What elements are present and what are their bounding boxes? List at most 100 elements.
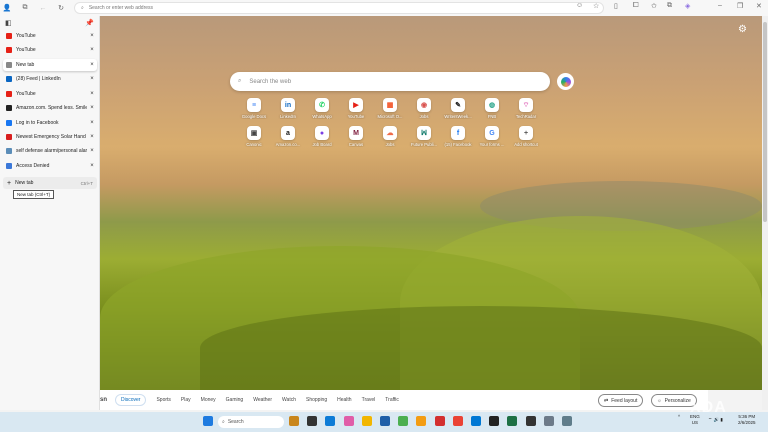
close-tab-icon[interactable]: × bbox=[87, 120, 97, 126]
tab-item[interactable]: Log in to Facebook × bbox=[3, 117, 97, 129]
split-screen-icon[interactable]: ▯ bbox=[614, 2, 618, 10]
extensions-icon[interactable]: ⧠ bbox=[633, 2, 639, 10]
taskbar-app-icon[interactable] bbox=[471, 416, 481, 426]
shortcut-tile[interactable]: ◍ FNB bbox=[475, 98, 509, 119]
msn-tab-money[interactable]: Money bbox=[201, 397, 216, 403]
msn-tab-traffic[interactable]: Traffic bbox=[385, 397, 399, 403]
shortcut-tile[interactable]: ▣ Canonic bbox=[237, 126, 271, 147]
shortcut-tile[interactable]: ≡ Google Docs bbox=[237, 98, 271, 119]
close-tab-icon[interactable]: × bbox=[87, 76, 97, 82]
tab-item[interactable]: YouTube × bbox=[3, 30, 97, 42]
tab-item[interactable]: New tab × bbox=[3, 59, 97, 71]
msn-tab-health[interactable]: Health bbox=[337, 397, 351, 403]
pin-panel-icon[interactable]: 📌 bbox=[85, 19, 94, 27]
shortcut-icon: in bbox=[281, 98, 295, 112]
shortcut-tile[interactable]: ⌔ TechRadar bbox=[509, 98, 543, 119]
taskbar-app-icon[interactable] bbox=[452, 416, 463, 426]
page-scrollbar[interactable] bbox=[762, 16, 768, 410]
close-tab-icon[interactable]: × bbox=[87, 91, 97, 97]
tab-item[interactable]: Amazon.com. Spend less. Smile more.× bbox=[3, 102, 97, 114]
shortcut-tile[interactable]: M Canvas bbox=[339, 126, 373, 147]
msn-tab-play[interactable]: Play bbox=[181, 397, 191, 403]
msn-tab-sports[interactable]: Sports bbox=[156, 397, 170, 403]
clock[interactable]: 5:36 PM 2/6/2025 bbox=[738, 414, 756, 426]
taskbar-app-icon[interactable] bbox=[361, 416, 372, 426]
close-tab-icon[interactable]: × bbox=[87, 105, 97, 111]
refresh-icon[interactable]: ↻ bbox=[54, 1, 68, 15]
shortcut-label: Canonic bbox=[246, 142, 262, 147]
taskbar-app-icon[interactable] bbox=[398, 416, 409, 426]
copilot-icon[interactable]: ◈ bbox=[685, 2, 690, 10]
page-settings-gear-icon[interactable]: ⚙ bbox=[738, 24, 747, 35]
close-window-icon[interactable]: ✕ bbox=[756, 2, 762, 10]
taskbar-app-icon[interactable] bbox=[507, 416, 518, 426]
shortcut-tile[interactable]: ☁ Jobs bbox=[373, 126, 407, 147]
address-bar[interactable]: ⌕ Search or enter web address bbox=[74, 2, 604, 14]
taskbar-app-icon[interactable] bbox=[325, 416, 336, 426]
shortcut-tile[interactable]: ◉ Jobs bbox=[407, 98, 441, 119]
shortcut-tile[interactable]: ✎ WritersWeek... bbox=[441, 98, 475, 119]
add-shortcut-button[interactable]: + Add shortcut bbox=[509, 126, 543, 147]
back-icon[interactable]: ← bbox=[36, 1, 50, 15]
maximize-icon[interactable]: ❐ bbox=[737, 2, 743, 10]
web-search-box[interactable]: ⌕ Search the web bbox=[230, 72, 550, 91]
wifi-volume-battery-icon[interactable]: ⌔ 🔊 ▮ bbox=[708, 417, 723, 423]
taskbar-app-icon[interactable] bbox=[416, 416, 427, 426]
taskbar-app-icon[interactable] bbox=[380, 416, 390, 426]
feed-layout-button[interactable]: ⇄ Feed layout bbox=[598, 394, 644, 407]
taskbar-app-icon[interactable] bbox=[289, 416, 299, 426]
shortcut-tile[interactable]: ▦ Microsoft O... bbox=[373, 98, 407, 119]
taskbar-app-icon[interactable] bbox=[525, 416, 536, 426]
tab-item[interactable]: YouTube × bbox=[3, 88, 97, 100]
tab-item[interactable]: (28) Feed | LinkedIn × bbox=[3, 73, 97, 85]
copilot-button[interactable] bbox=[557, 73, 574, 90]
tab-item[interactable]: Access Denied × bbox=[3, 160, 97, 172]
close-tab-icon[interactable]: × bbox=[87, 148, 97, 154]
language-indicator[interactable]: ENG US bbox=[690, 414, 700, 426]
taskbar-app-icon[interactable] bbox=[543, 416, 554, 426]
collections-icon[interactable]: ⧉ bbox=[667, 2, 672, 10]
minimize-icon[interactable]: – bbox=[718, 2, 722, 9]
new-tab-button[interactable]: + New tab Ctrl+T bbox=[3, 177, 97, 189]
taskbar-app-icon[interactable] bbox=[307, 416, 318, 426]
close-tab-icon[interactable]: × bbox=[87, 62, 97, 68]
taskbar-app-icon[interactable] bbox=[489, 416, 500, 426]
taskbar-app-icon[interactable] bbox=[434, 416, 445, 426]
close-tab-icon[interactable]: × bbox=[87, 33, 97, 39]
taskbar-app-icon[interactable] bbox=[562, 416, 572, 426]
start-icon[interactable] bbox=[203, 416, 213, 426]
close-tab-icon[interactable]: × bbox=[87, 47, 97, 53]
msn-tab-watch[interactable]: Watch bbox=[282, 397, 296, 403]
collapse-panel-icon[interactable]: ◧ bbox=[5, 19, 12, 27]
tab-title: self defense alarm/personal alarm bbox=[16, 148, 87, 154]
shortcut-tile[interactable]: f (15) Facebook bbox=[441, 126, 475, 147]
reader-icon[interactable]: ☺ bbox=[576, 2, 583, 9]
shortcut-tile[interactable]: a Amazon.co... bbox=[271, 126, 305, 147]
shortcut-label: Canvas bbox=[348, 142, 364, 147]
close-tab-icon[interactable]: × bbox=[87, 134, 97, 140]
shortcut-tile[interactable]: G Your forms ... bbox=[475, 126, 509, 147]
shortcut-tile[interactable]: ● Job Board bbox=[305, 126, 339, 147]
tab-item[interactable]: Newest Emergency Solar Hand Crank× bbox=[3, 131, 97, 143]
taskbar-search[interactable]: ⌕ Search bbox=[218, 416, 284, 428]
msn-tab-discover[interactable]: Discover bbox=[115, 394, 147, 406]
favorites-icon[interactable]: ✩ bbox=[651, 2, 657, 10]
taskbar-app-icon[interactable] bbox=[343, 416, 354, 426]
msn-tab-travel[interactable]: Travel bbox=[362, 397, 376, 403]
tab-item[interactable]: YouTube × bbox=[3, 44, 97, 56]
shortcut-tile[interactable]: ▶ YouTube bbox=[339, 98, 373, 119]
shortcut-tile[interactable]: ꟽ Future Publi... bbox=[407, 126, 441, 147]
tab-item[interactable]: self defense alarm/personal alarm × bbox=[3, 145, 97, 157]
shortcut-tile[interactable]: in LinkedIn bbox=[271, 98, 305, 119]
msn-tab-gaming[interactable]: Gaming bbox=[226, 397, 244, 403]
shortcut-label: Future Publi... bbox=[410, 142, 438, 147]
close-tab-icon[interactable]: × bbox=[87, 163, 97, 169]
shortcut-icon: ◍ bbox=[485, 98, 499, 112]
msn-tab-weather[interactable]: Weather bbox=[253, 397, 272, 403]
profile-icon[interactable]: 👤 bbox=[0, 1, 14, 15]
shortcut-tile[interactable]: ✆ WhatsApp bbox=[305, 98, 339, 119]
workspaces-icon[interactable]: ⧉ bbox=[18, 1, 32, 15]
favorite-star-icon[interactable]: ☆ bbox=[593, 2, 599, 10]
show-hidden-icons[interactable]: ^ bbox=[678, 414, 680, 420]
msn-tab-shopping[interactable]: Shopping bbox=[306, 397, 327, 403]
